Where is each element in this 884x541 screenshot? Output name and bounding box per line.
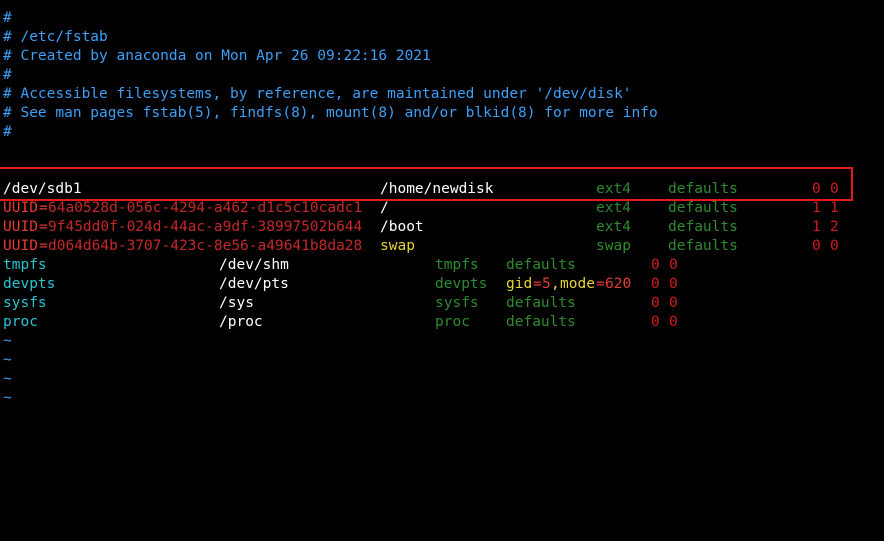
entry-mount-point: /sys: [219, 295, 254, 311]
entry-options: defaults: [668, 238, 738, 254]
empty-line-tilde: ~: [3, 352, 12, 368]
entry-dump: 1: [812, 200, 821, 216]
entry-dump: 1: [812, 219, 821, 235]
entry-dump: 0: [812, 238, 821, 254]
highlight-box: [0, 167, 853, 201]
entry-pass: 0: [669, 276, 678, 292]
comment-line: #: [3, 10, 12, 26]
fstab-entry: UUID = 64a0528d-056c-4294-a462-d1c5c10ca…: [3, 199, 839, 218]
entry-fstype: swap: [596, 238, 631, 254]
entry-option-value: 5: [542, 276, 551, 292]
entry-dump: 0: [651, 276, 660, 292]
entry-mount-point: /dev/pts: [219, 276, 289, 292]
comment-line: #: [3, 124, 12, 140]
entry-options: defaults: [668, 200, 738, 216]
fstab-entry: proc /proc proc defaults 0 0: [3, 313, 678, 332]
entry-mount-point: swap: [380, 238, 415, 254]
fstab-entry: sysfs /sys sysfs defaults 0 0: [3, 294, 678, 313]
entry-options: defaults: [506, 257, 576, 273]
entry-fstype: sysfs: [435, 295, 479, 311]
fstab-entry: tmpfs /dev/shm tmpfs defaults 0 0: [3, 256, 678, 275]
entry-device: tmpfs: [3, 257, 47, 273]
entry-option-eq: =: [596, 276, 605, 292]
entry-option-key: gid: [506, 276, 533, 292]
entry-options: defaults: [506, 295, 576, 311]
comment-line: # /etc/fstab: [3, 29, 108, 45]
entry-pass: 2: [830, 219, 839, 235]
entry-pass: 0: [830, 238, 839, 254]
empty-line-tilde: ~: [3, 390, 12, 406]
entry-uuid-key: UUID: [3, 219, 38, 235]
entry-fstype: devpts: [435, 276, 488, 292]
comment-line: # Created by anaconda on Mon Apr 26 09:2…: [3, 48, 431, 64]
entry-option-value: 620: [605, 276, 632, 292]
entry-options: defaults: [506, 314, 576, 330]
entry-dump: 0: [651, 257, 660, 273]
entry-fstype: tmpfs: [435, 257, 479, 273]
entry-device: proc: [3, 314, 38, 330]
comment-line: # See man pages fstab(5), findfs(8), mou…: [3, 105, 658, 121]
vim-editor[interactable]: # # /etc/fstab # Created by anaconda on …: [0, 0, 884, 416]
comment-line: #: [3, 67, 12, 83]
entry-uuid-eq: =: [39, 200, 48, 216]
empty-line-tilde: ~: [3, 333, 12, 349]
entry-mount-point: /dev/shm: [219, 257, 289, 273]
fstab-entry: devpts /dev/pts devpts gid = 5 , mode = …: [3, 275, 678, 294]
entry-pass: 1: [830, 200, 839, 216]
entry-uuid-key: UUID: [3, 238, 38, 254]
entry-uuid: 64a0528d-056c-4294-a462-d1c5c10cadc1: [48, 200, 363, 216]
entry-pass: 0: [669, 295, 678, 311]
entry-fstype: ext4: [596, 219, 631, 235]
entry-option-eq: =: [533, 276, 542, 292]
empty-line-tilde: ~: [3, 371, 12, 387]
entry-uuid: d064d64b-3707-423c-8e56-a49641b8da28: [48, 238, 363, 254]
entry-option-key: mode: [560, 276, 595, 292]
entry-device: sysfs: [3, 295, 47, 311]
entry-uuid: 9f45dd0f-024d-44ac-a9df-38997502b644: [48, 219, 363, 235]
entry-fstype: proc: [435, 314, 470, 330]
entry-mount-point: /boot: [380, 219, 424, 235]
entry-mount-point: /proc: [219, 314, 263, 330]
entry-options: defaults: [668, 219, 738, 235]
entry-fstype: ext4: [596, 200, 631, 216]
entry-uuid-eq: =: [39, 238, 48, 254]
entry-mount-point: /: [380, 200, 389, 216]
comment-line: # Accessible filesystems, by reference, …: [3, 86, 632, 102]
entry-option-sep: ,: [551, 276, 560, 292]
entry-dump: 0: [651, 314, 660, 330]
fstab-entry: UUID = d064d64b-3707-423c-8e56-a49641b8d…: [3, 237, 839, 256]
entry-uuid-eq: =: [39, 219, 48, 235]
entry-pass: 0: [669, 314, 678, 330]
entry-pass: 0: [669, 257, 678, 273]
entry-uuid-key: UUID: [3, 200, 38, 216]
fstab-entry: UUID = 9f45dd0f-024d-44ac-a9df-38997502b…: [3, 218, 839, 237]
entry-device: devpts: [3, 276, 56, 292]
entry-dump: 0: [651, 295, 660, 311]
